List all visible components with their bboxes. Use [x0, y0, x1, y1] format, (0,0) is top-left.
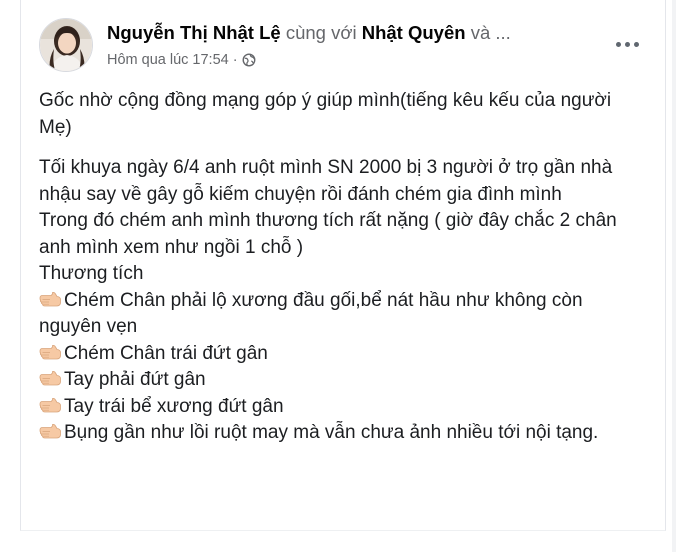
- injury-text: Chém Chân phải lộ xương đầu gối,bể nát h…: [39, 289, 583, 338]
- more-options-icon: [615, 41, 621, 47]
- injury-item: Tay trái bể xương đứt gân: [39, 394, 645, 421]
- injury-item: Chém Chân phải lộ xương đầu gối,bể nát h…: [39, 288, 645, 341]
- post-paragraph: Tối khuya ngày 6/4 anh ruột mình SN 2000…: [39, 157, 613, 205]
- pointing-hand-icon: [39, 290, 63, 308]
- injury-text: Tay trái bể xương đứt gân: [64, 395, 284, 417]
- pointing-hand-icon: [39, 343, 63, 361]
- pointing-hand-icon: [39, 369, 63, 387]
- with-text: cùng với: [285, 22, 357, 43]
- post-paragraph: Trong đó chém anh mình thương tích rất n…: [39, 210, 617, 258]
- post-paragraph: Thương tích: [39, 263, 144, 284]
- injury-item: Tay phải đứt gân: [39, 367, 645, 394]
- post-meta: Hôm qua lúc 17:54 ·: [107, 51, 256, 69]
- injury-item: Chém Chân trái đứt gân: [39, 341, 645, 368]
- author-avatar[interactable]: [39, 18, 93, 72]
- meta-separator: ·: [232, 52, 238, 68]
- pointing-hand-icon: [39, 396, 63, 414]
- post-timestamp[interactable]: Hôm qua lúc 17:54: [107, 51, 229, 69]
- injury-text: Chém Chân trái đứt gân: [64, 342, 268, 364]
- post-title-line: Nguyễn Thị Nhật Lệ cùng với Nhật Quyên v…: [107, 22, 511, 44]
- author-name[interactable]: Nguyễn Thị Nhật Lệ: [107, 22, 281, 43]
- post-body: Gốc nhờ cộng đồng mạng góp ý giúp mình(t…: [39, 88, 645, 447]
- globe-icon[interactable]: [242, 53, 256, 67]
- avatar-photo: [40, 19, 92, 71]
- injury-item: Bụng gần như lồi ruột may mà vẫn chưa ản…: [39, 420, 645, 447]
- injury-text: Tay phải đứt gân: [64, 369, 206, 390]
- post-card: Nguyễn Thị Nhật Lệ cùng với Nhật Quyên v…: [20, 0, 666, 531]
- tagged-name[interactable]: Nhật Quyên: [362, 22, 466, 43]
- page-scroll-edge: [672, 0, 676, 552]
- post-paragraph: Gốc nhờ cộng đồng mạng góp ý giúp mình(t…: [39, 90, 612, 138]
- post-header: Nguyễn Thị Nhật Lệ cùng với Nhật Quyên v…: [21, 0, 665, 80]
- pointing-hand-icon: [39, 422, 63, 440]
- injury-text: Bụng gần như lồi ruột may mà vẫn chưa ản…: [64, 422, 599, 443]
- tagged-more-link[interactable]: và ...: [471, 22, 511, 43]
- more-options-button[interactable]: [609, 30, 645, 58]
